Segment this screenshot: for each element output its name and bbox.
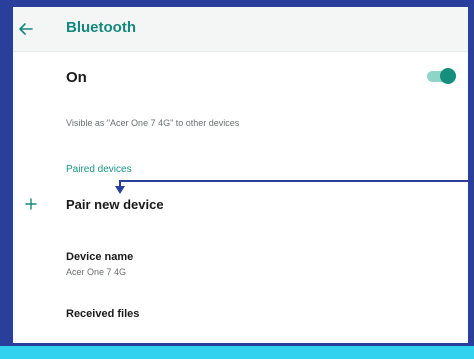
bluetooth-toggle[interactable] [427,67,456,85]
toggle-thumb [440,68,456,84]
plus-icon [25,198,37,210]
bottom-accent-strip [0,346,474,359]
device-name-title: Device name [66,251,134,263]
app-toolbar: Bluetooth [13,7,468,52]
received-files-row[interactable]: Received files [13,303,468,327]
received-files-label: Received files [66,308,140,320]
paired-devices-header: Paired devices [66,164,132,175]
arrow-left-icon [19,23,33,35]
device-name-value: Acer One 7 4G [66,267,127,277]
back-button[interactable] [15,18,37,40]
device-name-row[interactable]: Device name Acer One 7 4G [13,247,468,281]
visibility-description: Visible as "Acer One 7 4G" to other devi… [66,118,240,128]
page-title: Bluetooth [66,19,136,36]
bluetooth-state-label: On [66,69,87,86]
frame-top-border [0,0,474,7]
pair-new-device-label: Pair new device [66,197,164,212]
pair-new-device-row[interactable]: Pair new device [13,191,468,221]
bluetooth-settings-screen: Bluetooth On Visible as "Acer One 7 4G" … [13,7,468,343]
